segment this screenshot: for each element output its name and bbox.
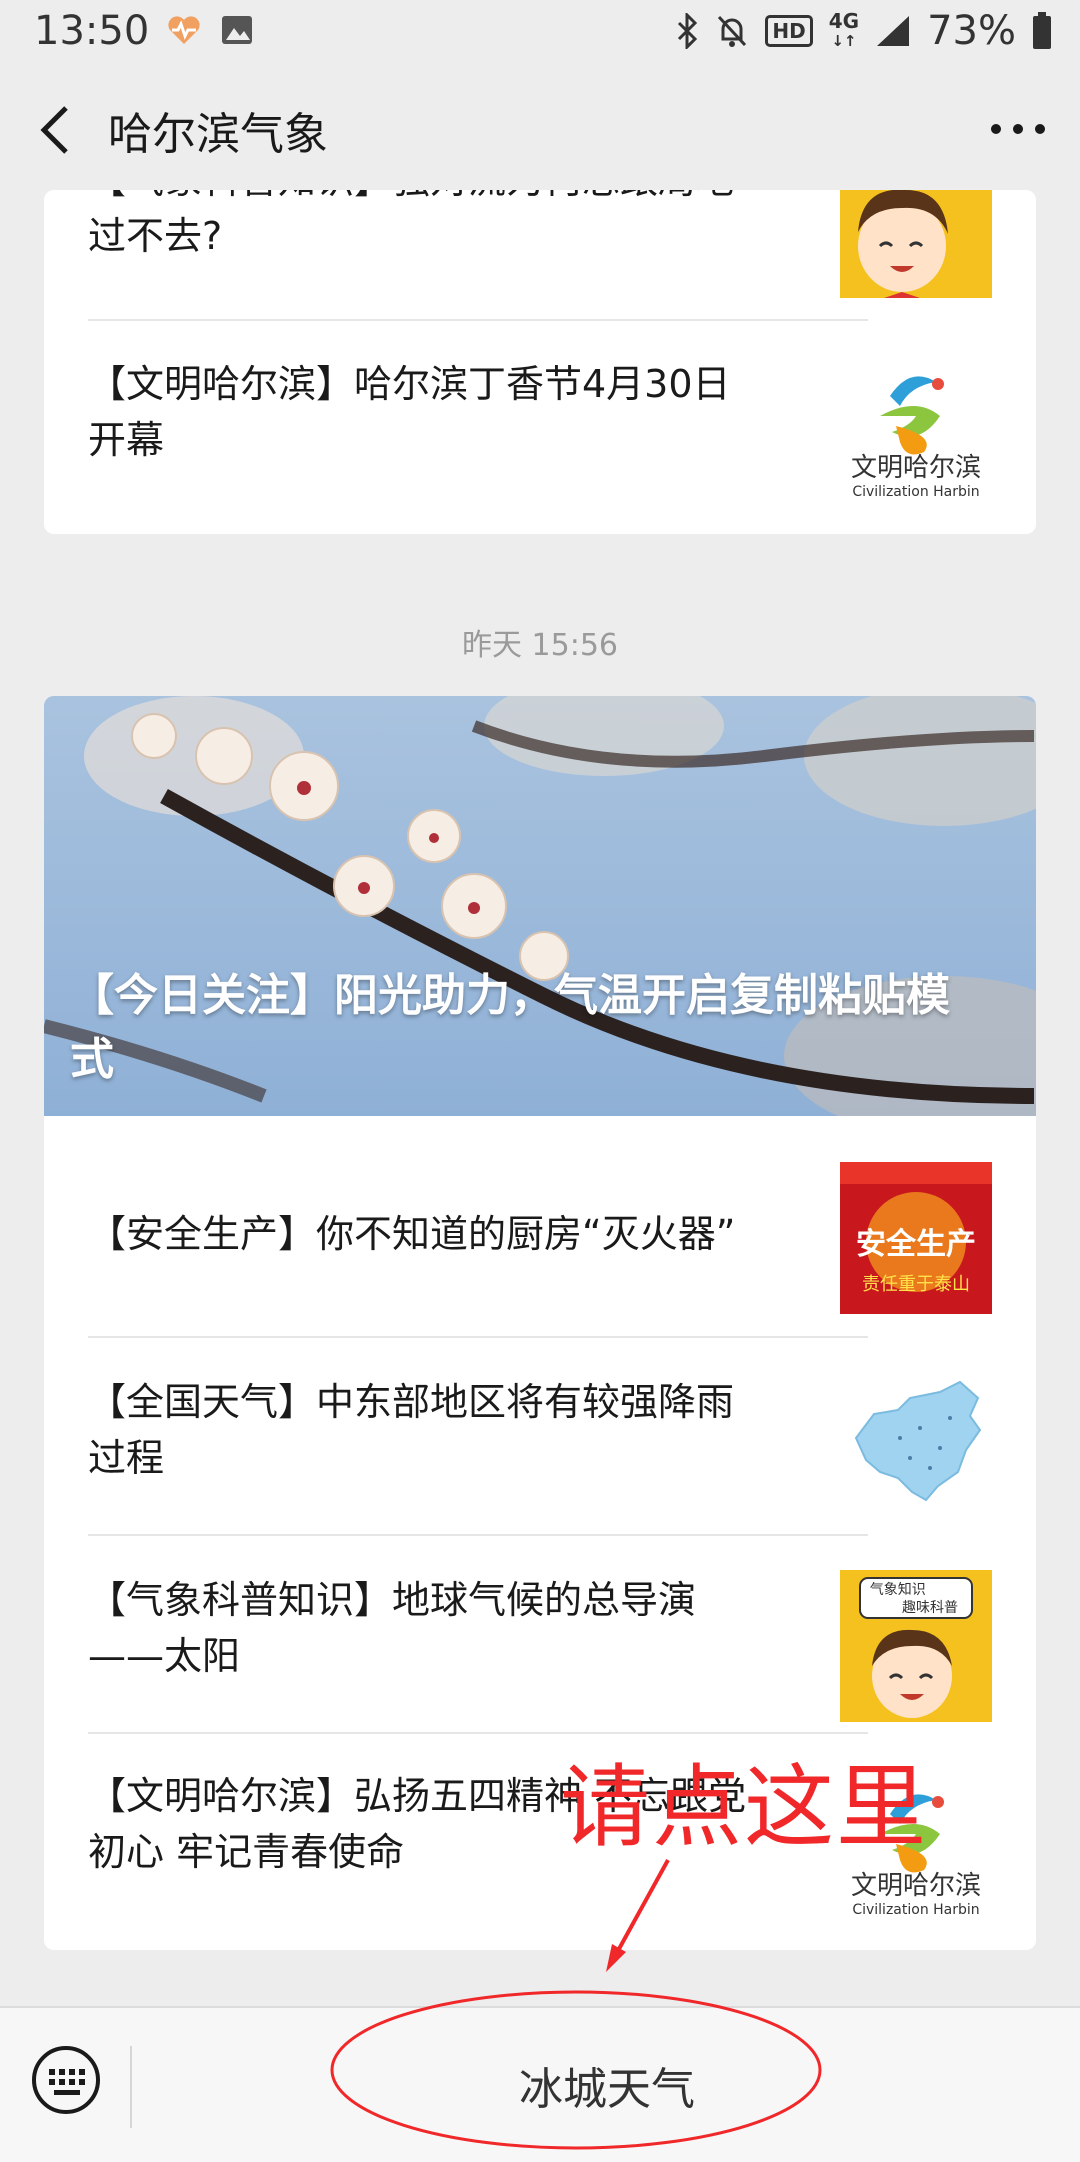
china-map-thumbnail	[840, 1368, 992, 1520]
article-title: 过不去?	[88, 214, 223, 258]
more-options-icon[interactable]	[986, 114, 1050, 144]
cover-article-title: 【今日关注】阳光助力，气温开启复制粘贴模 式	[70, 970, 950, 1085]
back-arrow-icon[interactable]	[30, 102, 80, 158]
status-right-icons: HD 4G ↓↑ 73%	[675, 8, 1052, 54]
health-heart-icon	[168, 16, 200, 44]
logo-text-en: Civilization Harbin	[852, 1902, 979, 1918]
annotation-text: 请点这里	[560, 1755, 928, 1860]
item-divider	[88, 1336, 868, 1338]
network-type: 4G ↓↑	[829, 11, 859, 51]
china-map-icon	[854, 1380, 982, 1502]
safety-subcaption: 责任重于泰山	[862, 1274, 970, 1295]
menu-button-bingcheng-weather[interactable]: 冰城天气	[134, 2008, 1080, 2162]
menu-separator	[130, 2046, 132, 2128]
article-title: 【文明哈尔滨】哈尔滨丁香节4月30日 开幕	[88, 362, 731, 462]
network-label: 4G	[828, 9, 860, 33]
status-bar: 13:50 HD 4G ↓↑ 73%	[0, 0, 1080, 64]
battery-icon	[1033, 12, 1051, 49]
nav-bar: 哈尔滨气象	[0, 64, 1080, 192]
article-title: 【气象科普知识】地球气候的总导演 ——太阳	[88, 1578, 697, 1678]
article-item[interactable]: 【全国天气】中东部地区将有较强降雨 过程	[88, 1368, 1036, 1542]
article-card-previous: 【气象科普知识】强对流为何总跟局地 过不去? 【文明哈尔滨】哈尔滨丁香节4月30…	[44, 190, 1036, 534]
logo-text-cn: 文明哈尔滨	[851, 453, 981, 483]
bluetooth-icon	[678, 13, 698, 49]
item-divider	[88, 1534, 868, 1536]
network-arrows: ↓↑	[831, 32, 857, 50]
safety-production-thumbnail: 安全生产 责任重于泰山	[840, 1162, 992, 1314]
battery-percent: 73%	[927, 8, 1016, 54]
science-mascot-thumbnail	[840, 190, 992, 298]
cover-article[interactable]: 【今日关注】阳光助力，气温开启复制粘贴模 式	[44, 696, 1036, 1116]
signal-icon	[877, 16, 910, 46]
page-title: 哈尔滨气象	[108, 109, 328, 160]
mute-bell-icon	[718, 15, 747, 47]
status-left-icons	[166, 14, 254, 46]
item-divider	[88, 319, 868, 321]
mascot-icon: 气象知识 趣味科普	[840, 1570, 992, 1722]
logo-text-en: Civilization Harbin	[852, 484, 979, 500]
civilization-harbin-logo: 文明哈尔滨 Civilization Harbin	[840, 356, 992, 508]
article-title: 【全国天气】中东部地区将有较强降雨 过程	[88, 1380, 735, 1480]
keyboard-icon[interactable]	[30, 2044, 102, 2116]
article-item[interactable]: 【安全生产】你不知道的厨房“灭火器” 安全生产 责任重于泰山	[88, 1162, 1036, 1318]
safety-poster-icon: 安全生产 责任重于泰山	[840, 1162, 992, 1314]
science-mascot-thumbnail: 气象知识 趣味科普	[840, 1570, 992, 1722]
mascot-icon	[840, 190, 992, 298]
article-item[interactable]: 【文明哈尔滨】哈尔滨丁香节4月30日 开幕 文明哈尔滨 Civilization…	[88, 356, 1036, 524]
hd-badge: HD	[765, 15, 813, 47]
article-title-partial: 【气象科普知识】强对流为何总跟局地	[88, 190, 788, 208]
harbin-logo-icon: 文明哈尔滨 Civilization Harbin	[851, 376, 981, 500]
logo-text-cn: 文明哈尔滨	[851, 1871, 981, 1901]
gallery-image-icon	[222, 16, 252, 44]
menu-button-label: 冰城天气	[519, 2064, 695, 2115]
article-item[interactable]: 【气象科普知识】强对流为何总跟局地 过不去?	[88, 190, 1036, 338]
article-item[interactable]: 【气象科普知识】地球气候的总导演 ——太阳 气象知识 趣味科普	[88, 1570, 1036, 1738]
article-title: 【安全生产】你不知道的厨房“灭火器”	[88, 1212, 736, 1256]
message-timestamp: 昨天 15:56	[462, 628, 618, 663]
bottom-menu-bar: 冰城天气	[0, 2006, 1080, 2162]
status-time: 13:50	[34, 8, 150, 54]
safety-caption: 安全生产	[856, 1227, 976, 1262]
